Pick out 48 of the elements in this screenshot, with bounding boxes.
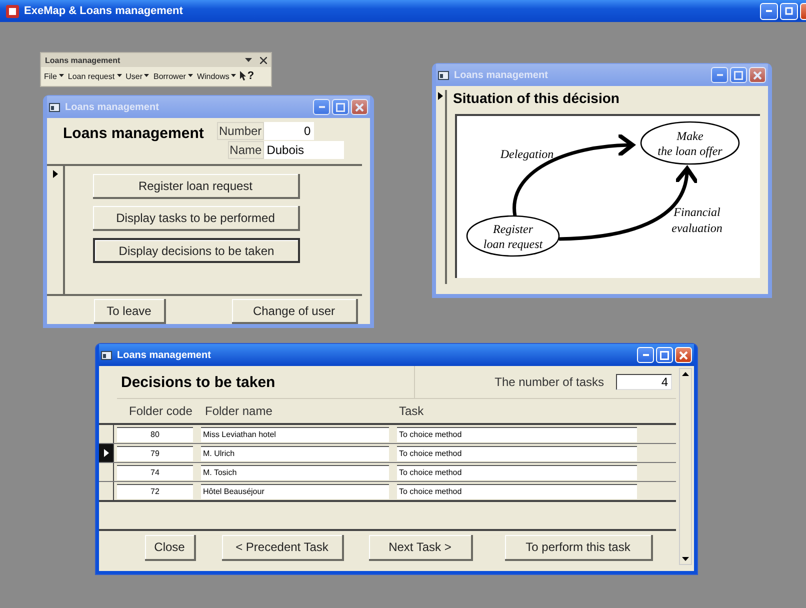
node-label: Make the loan offer [658, 129, 722, 158]
field-label: Number [217, 122, 264, 140]
action-button[interactable]: Display tasks to be performed [93, 206, 300, 231]
action-button[interactable]: Display decisions to be taken [93, 238, 300, 263]
edge-label: Financial evaluation [672, 205, 722, 235]
count-field[interactable]: 4 [616, 374, 672, 390]
table-cell[interactable]: Miss Leviathan hotel [201, 426, 389, 442]
window-title: ExeMap & Loans management [24, 5, 184, 17]
table-cell[interactable]: To choice method [397, 426, 637, 442]
command-button[interactable]: Close [145, 535, 196, 561]
menu-item[interactable]: Loan request [68, 72, 122, 80]
command-button[interactable]: To leave [94, 299, 166, 324]
window-title: Loans management [117, 350, 212, 360]
menu-item[interactable]: User [126, 72, 150, 80]
menu-item[interactable]: Windows [196, 72, 236, 80]
edge-label: Delegation [500, 147, 554, 161]
form-heading: Loans management [63, 124, 205, 144]
menu-item[interactable]: Borrower [153, 72, 193, 80]
menu-item[interactable]: File [44, 72, 64, 80]
window-title: Loans management [65, 102, 160, 112]
table-cell[interactable]: To choice method [397, 464, 637, 480]
table-cell[interactable]: 74 [117, 464, 193, 480]
command-button[interactable]: To perform this task [505, 535, 653, 561]
table-cell[interactable]: M. Tosich [201, 464, 389, 480]
table-cell[interactable]: Hôtel Beauséjour [201, 484, 389, 498]
column-header: Task [399, 404, 424, 418]
toolbar-title: Loans management [45, 56, 122, 64]
field-label: The number of tasks [494, 375, 604, 389]
command-button[interactable]: Next Task > [369, 535, 473, 561]
table-cell[interactable]: 72 [117, 484, 193, 498]
window-title: Loans management [454, 70, 549, 80]
node-label: Register loan request [483, 222, 543, 251]
table-cell[interactable]: 80 [117, 426, 193, 442]
table-cell[interactable]: 79 [117, 446, 193, 460]
column-header: Folder code [129, 404, 194, 418]
command-button[interactable]: Change of user [232, 299, 358, 324]
command-button[interactable]: < Precedent Task [222, 535, 344, 561]
column-header: Folder name [205, 404, 274, 418]
form-heading: Situation of this décision [453, 90, 620, 108]
input-field[interactable]: 0 [264, 122, 314, 140]
table-cell[interactable]: To choice method [397, 484, 637, 498]
action-button[interactable]: Register loan request [93, 174, 300, 199]
help-button[interactable]: ? [240, 70, 254, 82]
form-heading: Decisions to be taken [120, 374, 276, 390]
table-cell[interactable]: To choice method [397, 446, 637, 460]
input-field[interactable]: Dubois [264, 141, 344, 159]
field-label: Name [228, 141, 264, 159]
table-cell[interactable]: M. Ulrich [201, 446, 389, 460]
